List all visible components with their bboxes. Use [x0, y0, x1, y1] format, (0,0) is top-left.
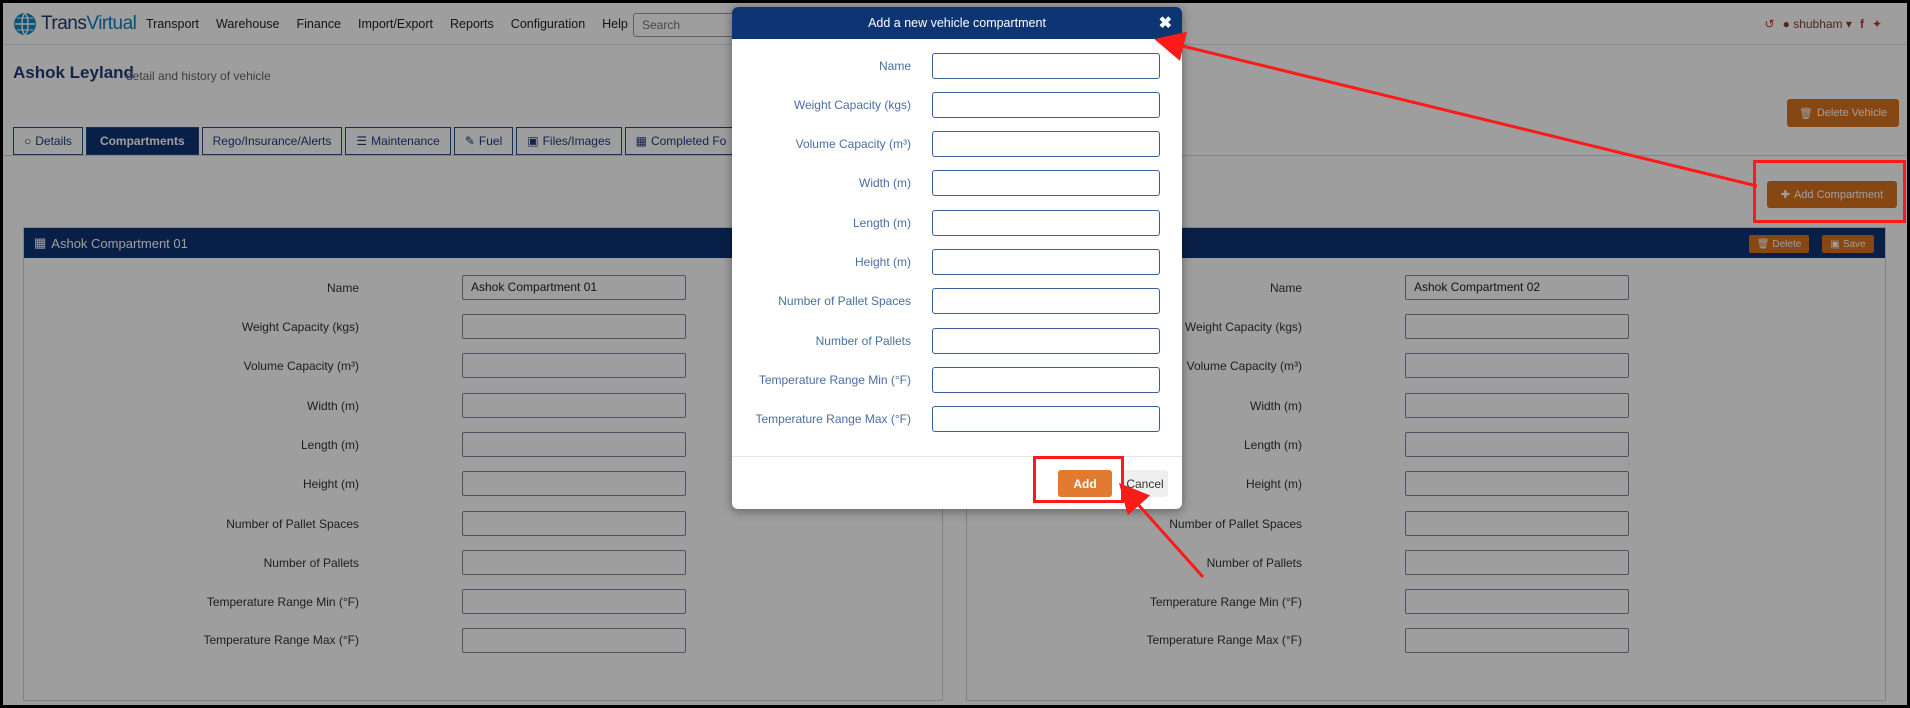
modal-length-field[interactable] [932, 210, 1160, 236]
name-label: Name [878, 59, 911, 73]
modal-form-row: Name [732, 53, 1182, 79]
modal-name-field[interactable] [932, 53, 1160, 79]
modal-form-row: Temperature Range Max (°F) [732, 406, 1182, 432]
cancel-button[interactable]: Cancel [1122, 470, 1168, 497]
modal-weight-capacity-field[interactable] [932, 92, 1160, 118]
modal-volume-capacity-field[interactable] [932, 131, 1160, 157]
temp-min-label: Temperature Range Min (°F) [758, 373, 911, 387]
close-icon[interactable]: ✖ [1159, 13, 1172, 33]
modal-form-row: Weight Capacity (kgs) [732, 92, 1182, 118]
weight-capacity-label: Weight Capacity (kgs) [793, 98, 911, 112]
add-compartment-modal: Add a new vehicle compartment ✖ Name Wei… [732, 7, 1182, 509]
modal-form-row: Width (m) [732, 170, 1182, 196]
modal-height-field[interactable] [932, 249, 1160, 275]
width-label: Width (m) [859, 176, 911, 190]
modal-form-row: Temperature Range Min (°F) [732, 367, 1182, 393]
app-window: TransVirtual Transport Warehouse Finance… [3, 3, 1907, 705]
modal-form-row: Number of Pallet Spaces [732, 288, 1182, 314]
modal-form-row: Volume Capacity (m³) [732, 131, 1182, 157]
modal-form-row: Height (m) [732, 249, 1182, 275]
height-label: Height (m) [854, 255, 911, 269]
modal-header: Add a new vehicle compartment ✖ [732, 7, 1182, 39]
modal-form-row: Number of Pallets [732, 328, 1182, 354]
modal-temp-min-field[interactable] [932, 367, 1160, 393]
pallet-spaces-label: Number of Pallet Spaces [778, 294, 911, 308]
modal-form-row: Length (m) [732, 210, 1182, 236]
highlight-box-add-button [1033, 456, 1124, 503]
modal-pallets-field[interactable] [932, 328, 1160, 354]
modal-width-field[interactable] [932, 170, 1160, 196]
temp-max-label: Temperature Range Max (°F) [755, 412, 911, 426]
modal-temp-max-field[interactable] [932, 406, 1160, 432]
length-label: Length (m) [852, 216, 911, 230]
modal-pallet-spaces-field[interactable] [932, 288, 1160, 314]
modal-title: Add a new vehicle compartment [868, 16, 1046, 30]
pallets-label: Number of Pallets [815, 334, 911, 348]
highlight-box-add-compartment [1753, 160, 1906, 223]
volume-capacity-label: Volume Capacity (m³) [795, 137, 911, 151]
